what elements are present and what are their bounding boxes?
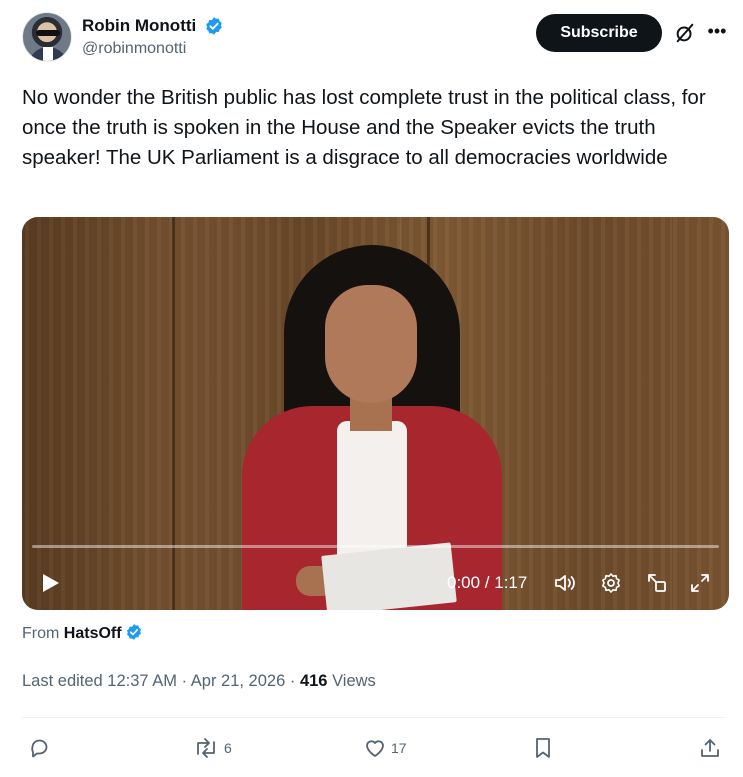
settings-icon[interactable]: [599, 571, 623, 595]
verified-badge-icon: [205, 17, 222, 35]
tweet-header: Robin Monotti @robinmonotti Subscribe ••…: [22, 12, 726, 66]
author-info: Robin Monotti @robinmonotti: [82, 16, 224, 58]
video-source-line: From HatsOff: [22, 623, 143, 643]
retweet-count: 6: [224, 740, 232, 756]
video-progress-bar[interactable]: [32, 545, 719, 548]
like-count: 17: [391, 740, 407, 756]
more-horizontal-icon[interactable]: •••: [706, 20, 728, 42]
speaker-face: [325, 285, 417, 403]
slashed-circle-icon[interactable]: [674, 22, 696, 44]
avatar-glasses: [36, 30, 60, 36]
play-icon[interactable]: [38, 571, 62, 595]
divider: [22, 717, 726, 718]
source-prefix: From: [22, 625, 60, 642]
video-player[interactable]: 0:00 / 1:17: [22, 217, 729, 610]
video-time: 0:00 / 1:17: [447, 573, 528, 592]
action-bar: 6 17: [0, 733, 743, 763]
author-display-name[interactable]: Robin Monotti: [82, 16, 196, 36]
author-avatar[interactable]: [22, 12, 72, 62]
retweet-icon: [197, 738, 215, 758]
heart-icon: [366, 740, 384, 757]
volume-icon[interactable]: [553, 571, 577, 595]
bookmark-button[interactable]: [532, 733, 554, 763]
views-label: Views: [332, 672, 376, 690]
fullscreen-icon[interactable]: [688, 571, 712, 595]
like-button[interactable]: 17: [363, 733, 407, 763]
reply-button[interactable]: [28, 733, 56, 763]
verified-badge-icon: [126, 624, 141, 640]
share-icon: [701, 739, 719, 757]
speaker-figure: [222, 241, 522, 610]
retweet-button[interactable]: 6: [192, 733, 232, 763]
avatar-shirt: [43, 47, 53, 61]
source-name[interactable]: HatsOff: [64, 625, 122, 642]
views-count: 416: [299, 672, 328, 690]
bookmark-icon: [536, 738, 550, 758]
tweet-text: No wonder the British public has lost co…: [22, 86, 706, 169]
share-button[interactable]: [698, 733, 722, 763]
edited-timestamp[interactable]: Last edited 12:37 AM · Apr 21, 2026 ·: [22, 672, 295, 690]
tweet-meta: Last edited 12:37 AM · Apr 21, 2026 · 41…: [22, 672, 376, 691]
subscribe-button[interactable]: Subscribe: [536, 14, 662, 52]
pip-icon[interactable]: [645, 571, 669, 595]
reply-icon: [31, 739, 48, 758]
author-handle[interactable]: @robinmonotti: [82, 40, 224, 58]
